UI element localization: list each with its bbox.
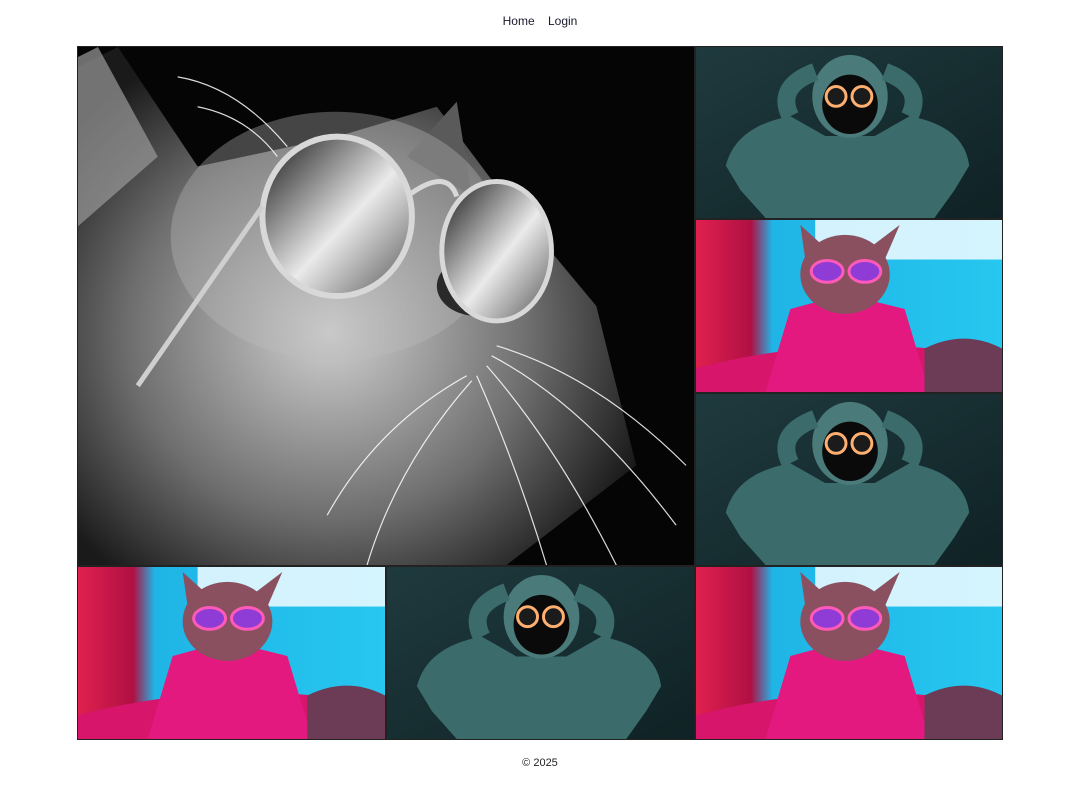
gallery-image-hoodie-goggles[interactable]	[695, 46, 1003, 219]
gallery-image-neon-cat[interactable]	[695, 566, 1003, 740]
nav-home-link[interactable]: Home	[503, 14, 535, 28]
gallery-image-hoodie-goggles[interactable]	[695, 393, 1003, 566]
gallery-image-hoodie-goggles[interactable]	[386, 566, 695, 740]
gallery-image-neon-cat[interactable]	[695, 219, 1003, 393]
gallery-image-neon-cat[interactable]	[77, 566, 386, 740]
image-gallery	[77, 46, 1003, 740]
footer-copyright: © 2025	[522, 757, 558, 769]
top-nav: Home Login	[0, 14, 1080, 28]
nav-login-link[interactable]: Login	[548, 14, 577, 28]
gallery-image-cat-sunglasses-bw[interactable]	[77, 46, 695, 566]
